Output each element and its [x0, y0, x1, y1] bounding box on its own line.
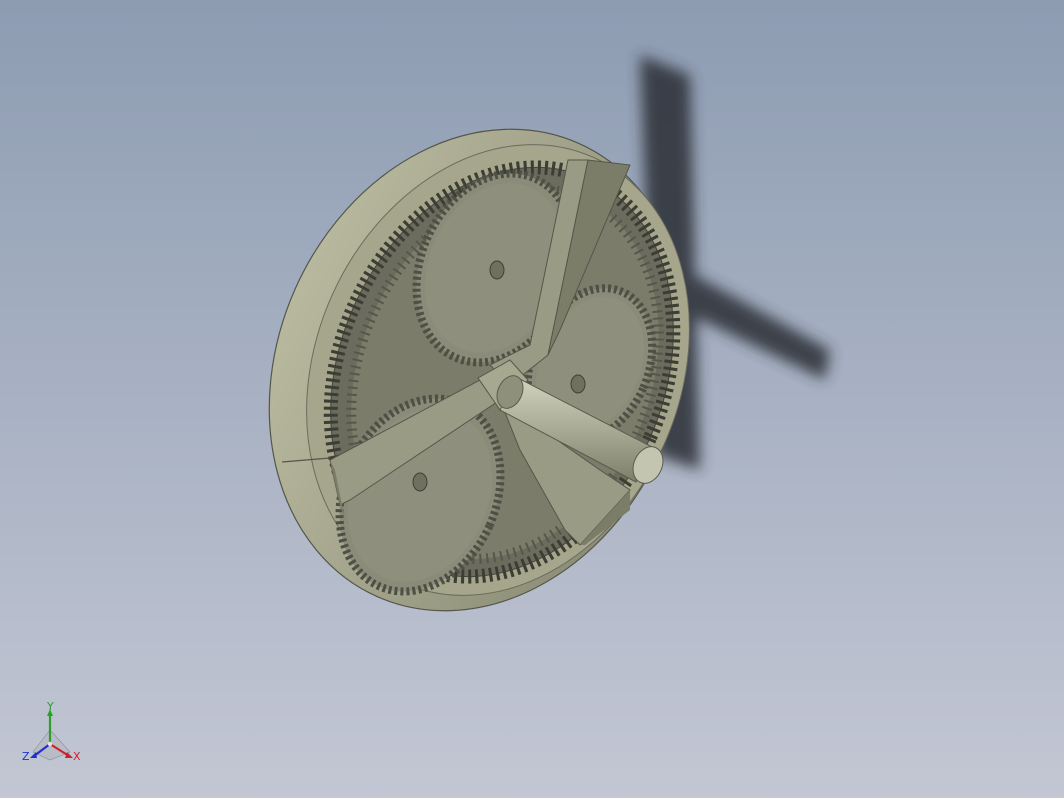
reference-triad: Y X Z: [22, 702, 81, 763]
triad-z-label: Z: [22, 750, 30, 763]
triad-y-label: Y: [46, 702, 54, 713]
planet-hole: [570, 374, 586, 394]
planet-hole: [489, 260, 505, 280]
graphics-viewport[interactable]: Y X Z: [0, 0, 1064, 798]
model-scene[interactable]: [0, 0, 1064, 798]
planet-hole: [412, 472, 428, 492]
triad-x-label: X: [73, 750, 81, 763]
